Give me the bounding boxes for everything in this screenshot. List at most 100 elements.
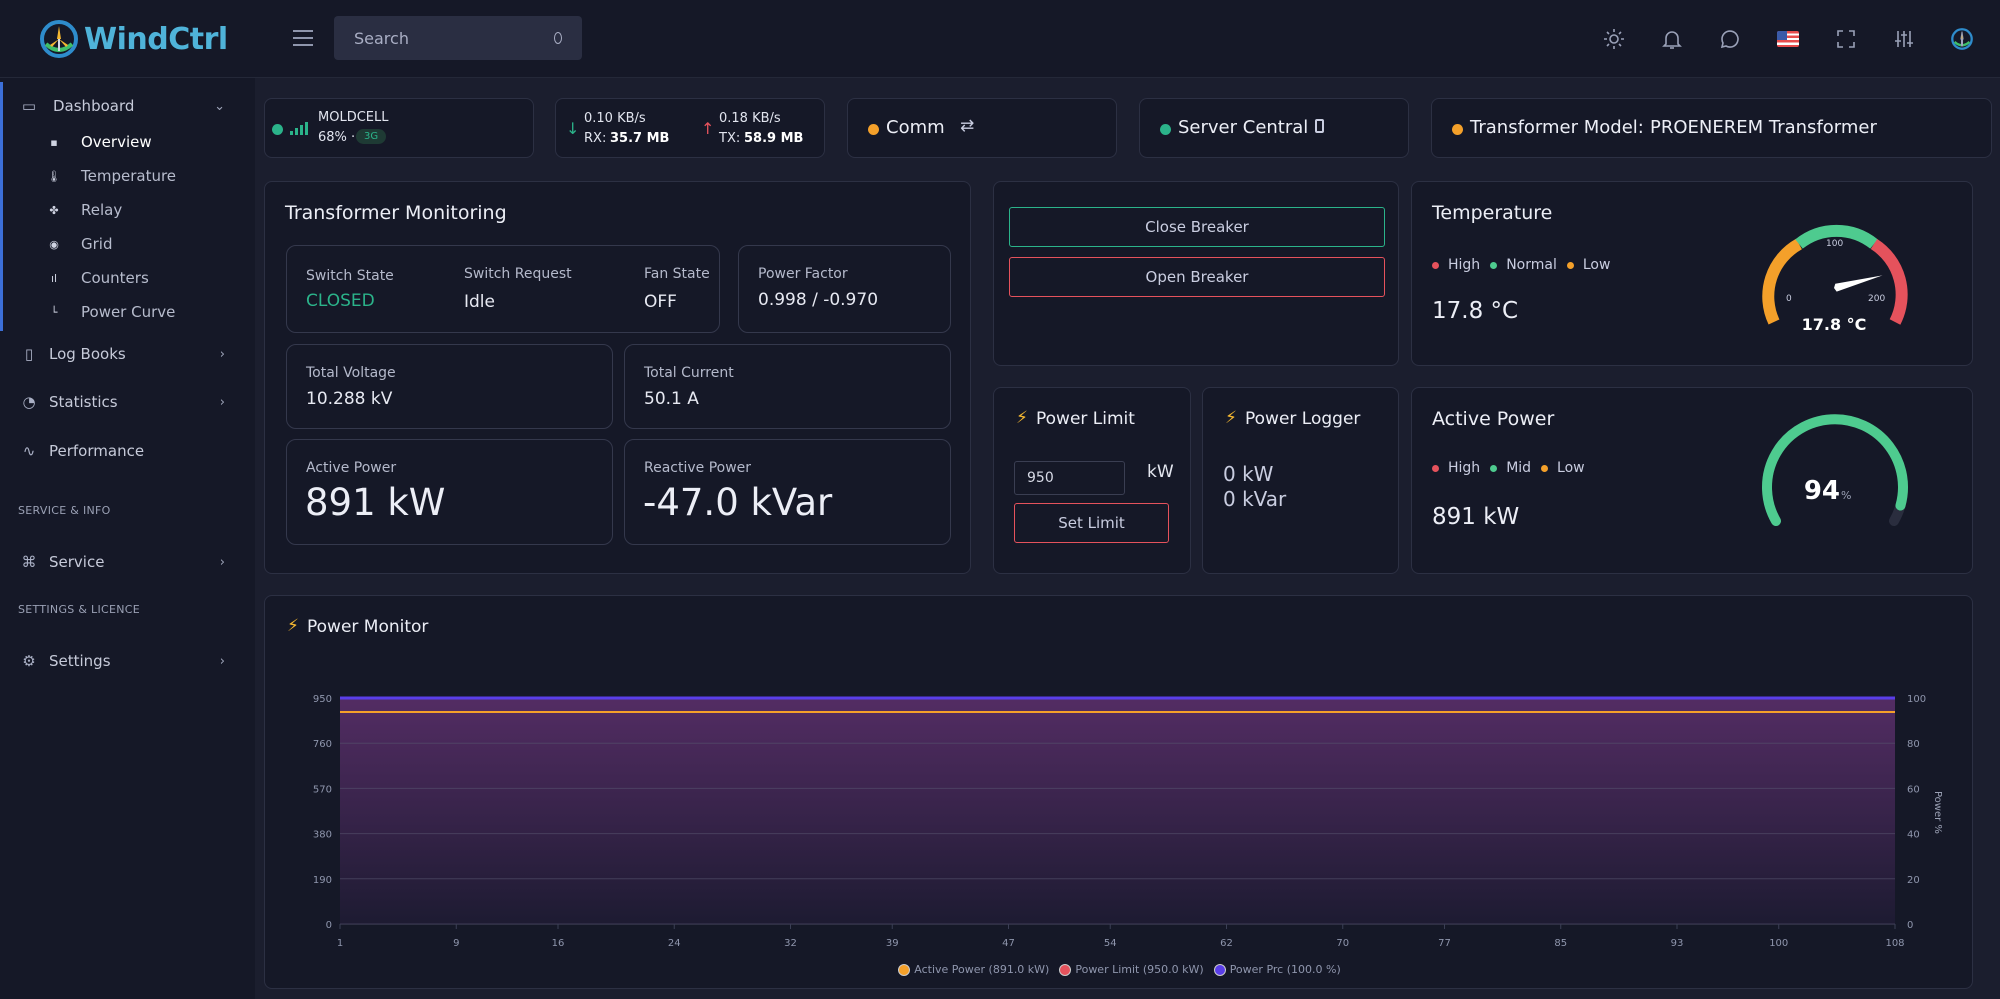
legend-item[interactable]: Power Prc (100.0 %) bbox=[1213, 963, 1341, 976]
swap-icon: ⇄ bbox=[960, 116, 975, 136]
card-title: Temperature bbox=[1432, 202, 1553, 224]
y-tick-left: 190 bbox=[313, 875, 332, 886]
sidebar-item-label: Overview bbox=[81, 133, 152, 151]
active-power-panel: Active Power 891 kW bbox=[286, 439, 613, 545]
command-icon: ⌘ bbox=[21, 553, 37, 571]
sidebar-item-power-curve[interactable]: └ Power Curve bbox=[0, 302, 255, 322]
sidebar-item-counters[interactable]: ıl Counters bbox=[0, 268, 255, 288]
rx-rate: 0.10 KB/s bbox=[584, 111, 646, 126]
x-tick-label: 93 bbox=[1671, 938, 1684, 949]
reactive-power-label: Reactive Power bbox=[644, 460, 752, 476]
legend-dot-low bbox=[1541, 464, 1549, 472]
language-button[interactable] bbox=[1770, 20, 1806, 58]
sidebar-item-label: Counters bbox=[81, 269, 149, 287]
transformer-status-dot bbox=[1452, 124, 1463, 135]
sidebar-item-performance[interactable]: ∿ Performance bbox=[0, 439, 255, 463]
x-tick-label: 77 bbox=[1438, 938, 1451, 949]
comm-label: Comm bbox=[886, 117, 945, 138]
sidebar-item-label: Power Curve bbox=[81, 303, 176, 321]
y-tick-left: 950 bbox=[313, 694, 332, 705]
total-current-label: Total Current bbox=[644, 365, 734, 381]
search-box[interactable] bbox=[334, 16, 582, 60]
legend-item[interactable]: Active Power (891.0 kW) bbox=[898, 963, 1049, 976]
sidebar-item-label: Temperature bbox=[81, 167, 177, 185]
search-icon[interactable] bbox=[554, 32, 562, 44]
power-limit-input[interactable] bbox=[1014, 461, 1125, 495]
server-status-card: Server Central bbox=[1139, 98, 1409, 158]
sidebar-item-log-books[interactable]: ▯ Log Books › bbox=[0, 342, 255, 366]
sidebar-item-statistics[interactable]: ◔ Statistics › bbox=[0, 390, 255, 414]
legend-label: Power Limit (950.0 kW) bbox=[1075, 963, 1204, 976]
sidebar-item-label: Relay bbox=[81, 201, 123, 219]
theme-toggle[interactable] bbox=[1596, 20, 1632, 58]
chevron-right-icon: › bbox=[219, 394, 225, 410]
legend-high: High bbox=[1448, 460, 1481, 476]
active-power-card: Active Power High Mid Low 891 kW 94 % bbox=[1411, 387, 1973, 574]
fullscreen-button[interactable] bbox=[1828, 20, 1864, 58]
logger-kvar-value: 0 kVar bbox=[1223, 487, 1287, 511]
gauge-percent-value: 94 bbox=[1804, 476, 1840, 506]
temperature-card: Temperature High Normal Low 17.8 °C 0 10… bbox=[1411, 181, 1973, 366]
traffic-card: ↓ 0.10 KB/s RX: 35.7 MB ↑ 0.18 KB/s TX: … bbox=[555, 98, 825, 158]
server-label: Server Central bbox=[1178, 117, 1309, 138]
close-breaker-button[interactable]: Close Breaker bbox=[1009, 207, 1385, 247]
top-bar: WindCtrl bbox=[0, 0, 2000, 78]
comm-status-card: Comm ⇄ bbox=[847, 98, 1117, 158]
search-input[interactable] bbox=[354, 28, 554, 48]
sidebar-item-service[interactable]: ⌘ Service › bbox=[0, 550, 255, 574]
sidebar-item-label: Statistics bbox=[49, 393, 118, 411]
customizer-button[interactable] bbox=[1886, 20, 1922, 58]
user-avatar[interactable] bbox=[1944, 20, 1980, 58]
set-limit-button[interactable]: Set Limit bbox=[1014, 503, 1169, 543]
fan-state-value: OFF bbox=[644, 292, 677, 312]
card-title: Transformer Monitoring bbox=[285, 202, 507, 224]
us-flag-icon bbox=[1777, 31, 1799, 47]
gauge-mid-label: 100 bbox=[1826, 239, 1843, 249]
sidebar-item-dashboard[interactable]: ▭ Dashboard ⌄ bbox=[0, 94, 255, 118]
total-voltage-value: 10.288 kV bbox=[306, 389, 393, 409]
switch-panel: Switch State CLOSED Switch Request Idle … bbox=[286, 245, 720, 333]
fan-icon: ✤ bbox=[49, 203, 59, 217]
tx-total: 58.9 MB bbox=[744, 131, 804, 146]
legend-swatch bbox=[1213, 963, 1226, 976]
sidebar-item-settings[interactable]: ⚙ Settings › bbox=[0, 649, 255, 673]
legend-low: Low bbox=[1557, 460, 1585, 476]
book-icon: ▯ bbox=[24, 345, 34, 363]
transformer-model-label: Transformer Model: bbox=[1470, 117, 1644, 138]
y-tick-right: 0 bbox=[1907, 920, 1913, 931]
chart-legend: Active Power (891.0 kW) Power Limit (950.… bbox=[265, 963, 1974, 976]
switch-state-label: Switch State bbox=[306, 268, 394, 284]
sidebar-item-grid[interactable]: ◉ Grid bbox=[0, 234, 255, 254]
notifications-button[interactable] bbox=[1654, 20, 1690, 58]
app-logo[interactable]: WindCtrl bbox=[38, 18, 228, 60]
legend-item[interactable]: Power Limit (950.0 kW) bbox=[1059, 963, 1204, 976]
open-breaker-button[interactable]: Open Breaker bbox=[1009, 257, 1385, 297]
x-tick-label: 1 bbox=[337, 938, 343, 949]
power-factor-label: Power Factor bbox=[758, 266, 848, 282]
active-power-value: 891 kW bbox=[1432, 504, 1520, 530]
sidebar-item-label: Grid bbox=[81, 235, 113, 253]
gauge-low-arc bbox=[1762, 238, 1803, 325]
signal-bars-icon bbox=[290, 122, 308, 135]
power-monitor-card: ⚡ Power Monitor 950 760 570 380 190 0 100 80 60… bbox=[264, 595, 1973, 989]
menu-toggle-icon[interactable] bbox=[293, 30, 313, 46]
overview-icon: ▪ bbox=[50, 135, 58, 149]
y-tick-left: 380 bbox=[313, 830, 332, 841]
messages-button[interactable] bbox=[1712, 20, 1748, 58]
sidebar-item-relay[interactable]: ✤ Relay bbox=[0, 200, 255, 220]
sidebar-item-temperature[interactable]: 🌡︎ Temperature bbox=[0, 166, 255, 186]
tx-rate: 0.18 KB/s bbox=[719, 111, 781, 126]
power-limit-card: ⚡ Power Limit kW Set Limit bbox=[993, 387, 1191, 574]
legend-dot-high bbox=[1432, 464, 1439, 472]
x-tick-label: 39 bbox=[886, 938, 899, 949]
mobile-icon bbox=[1315, 119, 1324, 133]
legend-swatch bbox=[898, 963, 911, 976]
total-voltage-panel: Total Voltage 10.288 kV bbox=[286, 344, 613, 429]
rx-label: RX: bbox=[584, 131, 607, 146]
transformer-model-card: Transformer Model: PROENEREM Transformer bbox=[1431, 98, 1992, 158]
legend-high: High bbox=[1448, 257, 1481, 273]
x-tick-label: 108 bbox=[1885, 938, 1904, 949]
x-tick-label: 70 bbox=[1336, 938, 1349, 949]
chevron-right-icon: › bbox=[219, 653, 225, 669]
sidebar-item-overview[interactable]: ▪ Overview bbox=[0, 132, 255, 152]
